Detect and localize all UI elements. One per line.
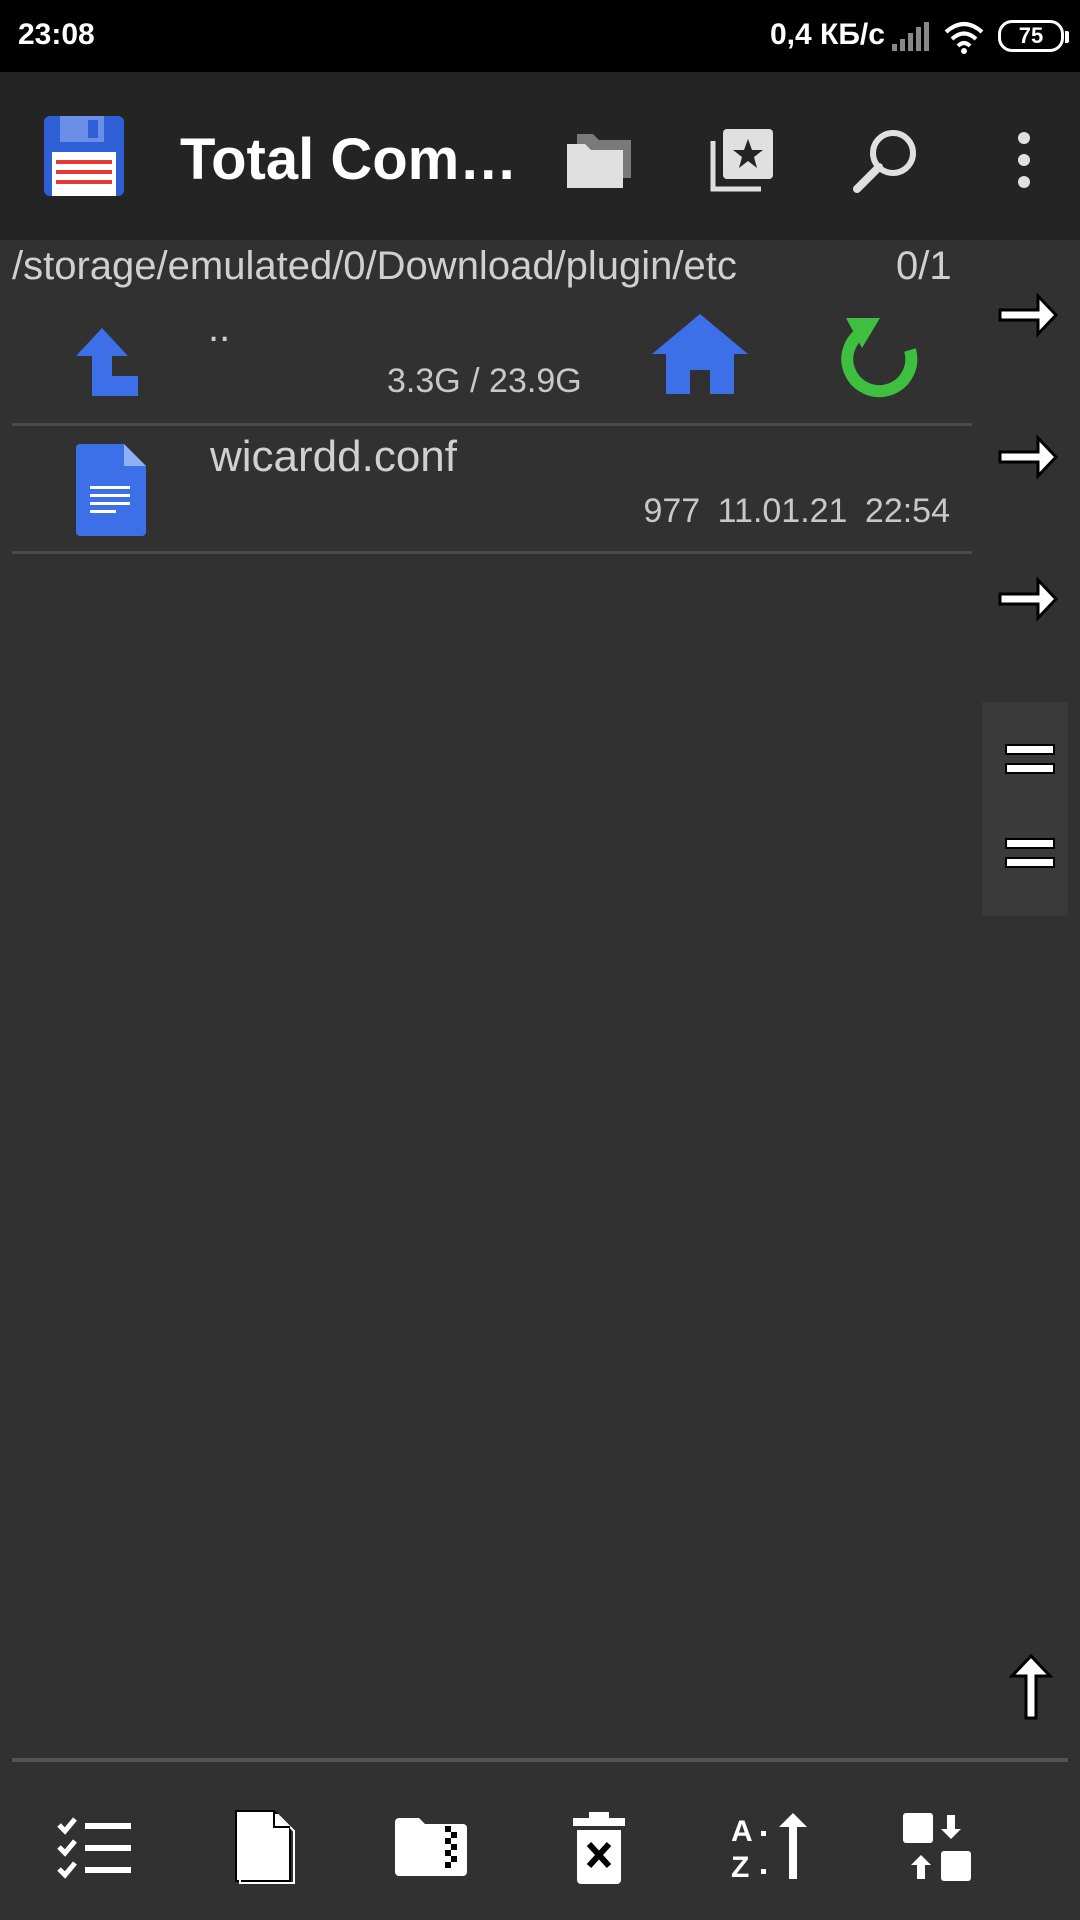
floppy-logo-icon[interactable] bbox=[42, 114, 126, 198]
svg-text:A: A bbox=[731, 1815, 753, 1848]
signal-icon bbox=[892, 22, 929, 51]
document-icon bbox=[76, 444, 146, 536]
search-button[interactable] bbox=[846, 120, 926, 200]
parent-directory-row[interactable]: .. 3.3G / 23.9G bbox=[12, 300, 972, 426]
status-time: 23:08 bbox=[18, 18, 95, 51]
menu-lines-icon[interactable] bbox=[1004, 836, 1056, 870]
folders-icon bbox=[567, 134, 631, 188]
delete-button[interactable] bbox=[554, 1802, 644, 1892]
more-options-button[interactable] bbox=[984, 120, 1064, 200]
bookmarks-icon bbox=[710, 129, 773, 192]
free-space: 3.3G / 23.9G bbox=[387, 362, 582, 400]
battery-icon: 75 bbox=[998, 20, 1069, 52]
status-net-speed: 0,4 КБ/с bbox=[770, 18, 885, 51]
battery-level: 75 bbox=[1018, 23, 1044, 48]
more-icon bbox=[1018, 132, 1030, 188]
bookmarks-button[interactable] bbox=[702, 120, 782, 200]
svg-text:Z: Z bbox=[731, 1851, 749, 1881]
menu-lines-icon[interactable] bbox=[1004, 742, 1056, 776]
bottom-toolbar: A Z bbox=[0, 1762, 1080, 1920]
select-button[interactable] bbox=[50, 1802, 140, 1892]
home-icon[interactable] bbox=[650, 312, 750, 396]
sort-icon: A Z bbox=[731, 1813, 807, 1881]
file-name: wicardd.conf bbox=[210, 432, 458, 481]
new-file-button[interactable] bbox=[220, 1802, 310, 1892]
swap-panels-button[interactable] bbox=[892, 1802, 982, 1892]
arrow-right-icon[interactable] bbox=[996, 430, 1060, 484]
file-row[interactable]: wicardd.conf 977 11.01.21 22:54 bbox=[12, 426, 972, 554]
select-icon bbox=[57, 1817, 131, 1879]
arrow-right-icon[interactable] bbox=[996, 288, 1060, 342]
arrow-up-icon[interactable] bbox=[1004, 1654, 1058, 1720]
swap-panels-icon bbox=[903, 1813, 971, 1881]
current-path[interactable]: /storage/emulated/0/Download/plugin/etc bbox=[12, 244, 737, 289]
arrow-right-icon[interactable] bbox=[996, 572, 1060, 626]
refresh-icon[interactable] bbox=[836, 314, 920, 398]
folders-button[interactable] bbox=[560, 120, 640, 200]
folder-up-icon bbox=[76, 328, 138, 396]
sort-button[interactable]: A Z bbox=[724, 1802, 814, 1892]
parent-directory-label: .. bbox=[208, 306, 231, 350]
new-file-icon bbox=[235, 1810, 295, 1884]
delete-icon bbox=[573, 1812, 625, 1884]
app-title: Total Com… bbox=[180, 127, 518, 192]
side-menu-panel bbox=[982, 702, 1068, 916]
selection-count: 0/1 bbox=[896, 244, 952, 288]
search-icon bbox=[853, 130, 916, 193]
file-meta: 977 11.01.21 22:54 bbox=[643, 492, 950, 530]
zip-button[interactable] bbox=[386, 1802, 476, 1892]
status-bar: 23:08 0,4 КБ/с 75 bbox=[0, 0, 1080, 72]
app-toolbar: Total Com… bbox=[0, 72, 1080, 240]
wifi-icon bbox=[944, 22, 984, 54]
zip-folder-icon bbox=[395, 1818, 467, 1876]
